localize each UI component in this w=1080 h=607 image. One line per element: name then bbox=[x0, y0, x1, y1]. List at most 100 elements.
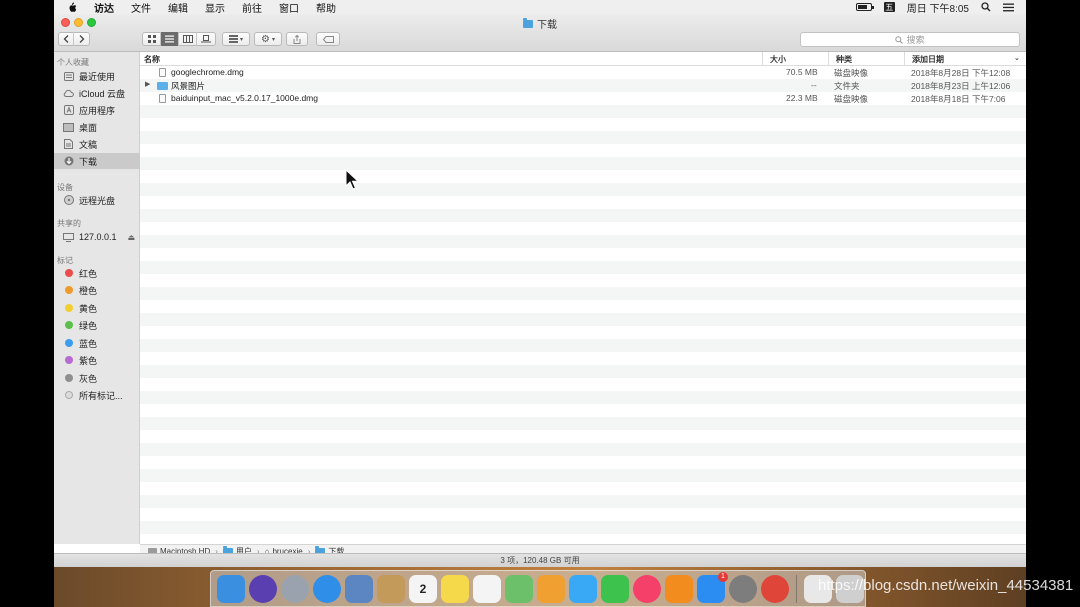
siri-icon[interactable] bbox=[249, 574, 277, 603]
safari-icon[interactable] bbox=[313, 574, 341, 603]
menu-file[interactable]: 文件 bbox=[131, 0, 151, 15]
sidebar-item-icloud[interactable]: iCloud 云盘 bbox=[54, 85, 140, 101]
action-button[interactable]: ⚙ ▾ bbox=[254, 32, 282, 46]
sidebar-item-applications[interactable]: 应用程序 bbox=[54, 102, 140, 118]
sidebar-item-label: 桌面 bbox=[79, 122, 98, 133]
monitor-icon bbox=[63, 232, 74, 242]
sort-chevron-icon[interactable]: ⌄ bbox=[1014, 54, 1020, 62]
reminders-icon[interactable] bbox=[473, 574, 501, 603]
group-button[interactable]: ▾ bbox=[222, 32, 250, 46]
sidebar-tag-all[interactable]: 所有标记... bbox=[54, 387, 140, 403]
sidebar: 个人收藏 最近使用 iCloud 云盘 应用程序 桌面 文稿 下载 设备 远程光… bbox=[54, 52, 140, 544]
column-date-added[interactable]: 添加日期 bbox=[912, 54, 944, 65]
column-header: 名称 大小 种类 添加日期 ⌄ bbox=[140, 52, 1026, 66]
apple-menu-icon[interactable] bbox=[66, 1, 78, 13]
menu-edit[interactable]: 编辑 bbox=[168, 0, 188, 15]
launchpad-icon[interactable] bbox=[281, 574, 309, 603]
sidebar-item-recents[interactable]: 最近使用 bbox=[54, 68, 140, 84]
status-bar: 3 项，120.48 GB 可用 bbox=[54, 553, 1026, 567]
menu-bar: 访达 文件 编辑 显示 前往 窗口 帮助 五 周日 下午8:05 bbox=[54, 0, 1026, 15]
dock: 21 bbox=[210, 570, 866, 607]
icon-view-button[interactable] bbox=[143, 32, 161, 46]
music-icon[interactable] bbox=[633, 574, 661, 603]
sidebar-item-label: 橙色 bbox=[79, 285, 98, 296]
disc-icon bbox=[63, 195, 74, 205]
finder-icon[interactable] bbox=[217, 574, 245, 603]
sidebar-item-label: 所有标记... bbox=[79, 390, 123, 401]
books-icon[interactable] bbox=[665, 574, 693, 603]
contacts-icon[interactable] bbox=[377, 574, 405, 603]
folder-icon bbox=[523, 17, 533, 28]
sidebar-tag-red[interactable]: 红色 bbox=[54, 265, 140, 281]
chrome-icon[interactable] bbox=[761, 574, 789, 603]
file-size: -- bbox=[811, 80, 817, 90]
file-date: 2018年8月28日 下午12:08 bbox=[911, 68, 1011, 78]
sidebar-item-label: 127.0.0.1 bbox=[79, 232, 117, 242]
input-method-icon[interactable]: 五 bbox=[883, 2, 895, 12]
column-kind[interactable]: 种类 bbox=[836, 54, 852, 65]
table-row[interactable]: googlechrome.dmg 70.5 MB 磁盘映像 2018年8月28日… bbox=[140, 66, 1026, 79]
mail-photo-icon[interactable] bbox=[345, 574, 373, 603]
sidebar-item-desktop[interactable]: 桌面 bbox=[54, 119, 140, 135]
notification-center-icon[interactable] bbox=[1003, 3, 1014, 12]
chevron-down-icon: ▾ bbox=[271, 36, 275, 43]
sidebar-tag-purple[interactable]: 紫色 bbox=[54, 352, 140, 368]
sidebar-item-label: 最近使用 bbox=[79, 71, 116, 82]
battery-icon[interactable] bbox=[855, 3, 874, 11]
sidebar-header-favorites: 个人收藏 bbox=[57, 58, 89, 67]
file-list: 名称 大小 种类 添加日期 ⌄ googlechrome.dmg 70.5 MB… bbox=[140, 52, 1026, 544]
column-size[interactable]: 大小 bbox=[770, 54, 786, 65]
window-title: 下载 bbox=[54, 16, 1026, 31]
menu-help[interactable]: 帮助 bbox=[316, 0, 336, 15]
sidebar-item-label: 黄色 bbox=[79, 303, 98, 314]
sidebar-tag-orange[interactable]: 橙色 bbox=[54, 282, 140, 298]
menu-window[interactable]: 窗口 bbox=[279, 0, 299, 15]
file-name: googlechrome.dmg bbox=[171, 67, 244, 77]
sidebar-item-label: 文稿 bbox=[79, 139, 98, 150]
menu-view[interactable]: 显示 bbox=[205, 0, 225, 15]
share-icon bbox=[293, 34, 301, 44]
sidebar-tag-green[interactable]: 绿色 bbox=[54, 317, 140, 333]
tag-button[interactable] bbox=[316, 32, 340, 46]
maps-icon[interactable] bbox=[505, 574, 533, 603]
disclosure-triangle-icon[interactable]: ▶ bbox=[145, 80, 150, 88]
system-preferences-icon[interactable] bbox=[729, 574, 757, 603]
eject-icon[interactable]: ⏏ bbox=[127, 233, 135, 242]
group-icon bbox=[228, 35, 238, 43]
file-date: 2018年8月18日 下午7:06 bbox=[911, 94, 1006, 104]
cloud-icon bbox=[63, 88, 74, 98]
sidebar-item-label: 蓝色 bbox=[79, 338, 98, 349]
share-button[interactable] bbox=[286, 32, 308, 46]
search-icon bbox=[895, 35, 904, 44]
sidebar-item-remote-disc[interactable]: 远程光盘 bbox=[54, 192, 140, 208]
column-name[interactable]: 名称 bbox=[144, 54, 160, 65]
sidebar-item-documents[interactable]: 文稿 bbox=[54, 136, 140, 152]
mouse-cursor-icon bbox=[345, 169, 359, 190]
calendar-icon[interactable]: 2 bbox=[409, 574, 437, 603]
photos-icon[interactable] bbox=[537, 574, 565, 603]
sidebar-tag-yellow[interactable]: 黄色 bbox=[54, 300, 140, 316]
notes-icon[interactable] bbox=[441, 574, 469, 603]
search-field[interactable]: 搜索 bbox=[800, 32, 1020, 47]
sidebar-item-shared-host[interactable]: 127.0.0.1 ⏏ bbox=[54, 229, 140, 245]
gallery-view-button[interactable] bbox=[197, 32, 215, 46]
finder-window: 下载 ▾ ⚙ ▾ 搜索 个人收藏 最近使用 iCloud 云盘 应用程序 桌面 … bbox=[54, 14, 1026, 567]
column-view-button[interactable] bbox=[179, 32, 197, 46]
tag-dot-icon bbox=[64, 269, 73, 277]
spotlight-search-icon[interactable] bbox=[981, 2, 991, 12]
messages-icon[interactable] bbox=[569, 574, 597, 603]
sidebar-item-downloads[interactable]: 下载 bbox=[54, 153, 140, 169]
table-row[interactable]: baiduinput_mac_v5.2.0.17_1000e.dmg 22.3 … bbox=[140, 92, 1026, 105]
menubar-clock[interactable]: 周日 下午8:05 bbox=[907, 0, 969, 15]
sidebar-tag-blue[interactable]: 蓝色 bbox=[54, 335, 140, 351]
sidebar-item-label: 灰色 bbox=[79, 373, 98, 384]
forward-button[interactable] bbox=[74, 32, 89, 46]
app-store-icon[interactable]: 1 bbox=[697, 571, 728, 603]
menu-go[interactable]: 前往 bbox=[242, 0, 262, 15]
table-row[interactable]: ▶ 风景图片 -- 文件夹 2018年8月23日 上午12:06 bbox=[140, 79, 1026, 92]
list-view-button[interactable] bbox=[161, 32, 179, 46]
back-button[interactable] bbox=[59, 32, 74, 46]
menu-finder[interactable]: 访达 bbox=[94, 0, 114, 15]
sidebar-tag-gray[interactable]: 灰色 bbox=[54, 370, 140, 386]
facetime-icon[interactable] bbox=[601, 574, 629, 603]
